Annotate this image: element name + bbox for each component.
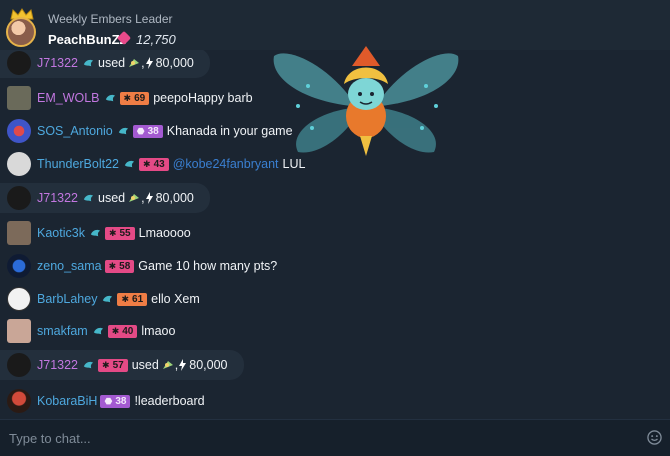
- username[interactable]: SOS_Antonio: [37, 124, 113, 138]
- bird-badge-icon: [124, 160, 135, 167]
- level-badge: ✱ 69: [119, 91, 150, 105]
- chat-message: J71322 ✱ 57 used , 80,000: [0, 350, 244, 380]
- avatar[interactable]: [7, 389, 31, 413]
- bird-badge-icon: [83, 361, 94, 368]
- mention-link[interactable]: @kobe24fanbryant: [173, 157, 279, 171]
- leader-name[interactable]: PeachBunZz: [48, 32, 126, 47]
- level-badge: ✱ 55: [104, 226, 135, 240]
- lightning-icon: [145, 192, 153, 204]
- bird-badge-icon: [105, 94, 115, 101]
- message-text: Lmaoooo: [138, 226, 191, 240]
- leader-title: Weekly Embers Leader: [48, 12, 173, 26]
- fairy-emote: [273, 46, 459, 156]
- used-items: ,: [127, 191, 153, 205]
- chat-message: J71322 used , 80,000: [0, 183, 210, 213]
- message-text: used: [98, 56, 126, 70]
- message-text: peepoHappy barb: [153, 91, 253, 105]
- emoji-icon[interactable]: [647, 430, 662, 445]
- message-amount: 80,000: [155, 191, 194, 205]
- chat-message: KobaraBiH ⬣ 38 !leaderboard: [0, 386, 205, 416]
- chat-input-bar: [0, 419, 670, 456]
- used-items: ,: [161, 358, 187, 372]
- bird-badge-icon: [90, 229, 101, 236]
- chat-message: Kaotic3k ✱ 55 Lmaoooo: [0, 218, 191, 248]
- username[interactable]: zeno_sama: [37, 259, 102, 273]
- leader-avatar[interactable]: [6, 17, 36, 47]
- chat-message: zeno_sama ✱ 58 Game 10 how many pts?: [0, 251, 277, 281]
- chat-input[interactable]: [0, 420, 630, 456]
- message-text: used: [131, 358, 159, 372]
- used-items: ,: [127, 56, 153, 70]
- level-badge: ✱ 58: [104, 259, 135, 273]
- level-badge: ⬣ 38: [100, 394, 131, 408]
- avatar[interactable]: [7, 319, 31, 343]
- chat-message: SOS_Antonio ⬣ 38 Khanada in your game: [0, 116, 293, 146]
- message-amount: 80,000: [155, 56, 194, 70]
- avatar[interactable]: [7, 152, 31, 176]
- avatar[interactable]: [7, 353, 31, 377]
- fairy-icon: [162, 361, 173, 369]
- message-text: !leaderboard: [134, 394, 205, 408]
- lightning-icon: [179, 359, 187, 371]
- username[interactable]: KobaraBiH: [37, 394, 97, 408]
- chat-message: J71322 used , 80,000: [0, 50, 210, 78]
- bird-badge-icon: [93, 327, 103, 334]
- avatar[interactable]: [7, 119, 31, 143]
- avatar[interactable]: [7, 287, 31, 311]
- chat-message: smakfam ✱ 40 lmaoo: [0, 316, 175, 346]
- username[interactable]: J71322: [37, 358, 78, 372]
- fairy-icon: [129, 59, 140, 67]
- message-text: lmaoo: [141, 324, 176, 338]
- level-badge: ✱ 57: [98, 358, 128, 372]
- level-badge: ✱ 61: [117, 292, 148, 306]
- bird-badge-icon: [83, 194, 94, 201]
- message-text: ello Xem: [151, 292, 200, 306]
- message-text: used: [98, 191, 126, 205]
- level-badge: ✱ 40: [107, 324, 138, 338]
- avatar[interactable]: [7, 254, 31, 278]
- username[interactable]: EM_WOLB: [37, 91, 100, 105]
- bird-badge-icon: [83, 59, 94, 66]
- chat-message: EM_WOLB ✱ 69 peepoHappy barb: [0, 83, 253, 113]
- bird-badge-icon: [118, 127, 128, 134]
- message-text: Game 10 how many pts?: [138, 259, 278, 273]
- avatar[interactable]: [7, 221, 31, 245]
- username[interactable]: J71322: [37, 56, 78, 70]
- username[interactable]: ThunderBolt22: [37, 157, 119, 171]
- bird-badge-icon: [103, 295, 113, 302]
- avatar[interactable]: [7, 86, 31, 110]
- level-badge: ✱ 43: [139, 157, 169, 171]
- avatar[interactable]: [7, 51, 31, 75]
- level-badge: ⬣ 38: [132, 124, 163, 138]
- leader-score: 12,750: [136, 32, 176, 47]
- username[interactable]: Kaotic3k: [37, 226, 85, 240]
- username[interactable]: J71322: [37, 191, 78, 205]
- username[interactable]: BarbLahey: [37, 292, 97, 306]
- fairy-icon: [129, 194, 140, 202]
- chat-message: ThunderBolt22 ✱ 43 @kobe24fanbryant LUL: [0, 149, 305, 179]
- avatar[interactable]: [7, 186, 31, 210]
- username[interactable]: smakfam: [37, 324, 88, 338]
- lightning-icon: [145, 57, 153, 69]
- message-amount: 80,000: [189, 358, 228, 372]
- chat-message: BarbLahey ✱ 61 ello Xem: [0, 284, 200, 314]
